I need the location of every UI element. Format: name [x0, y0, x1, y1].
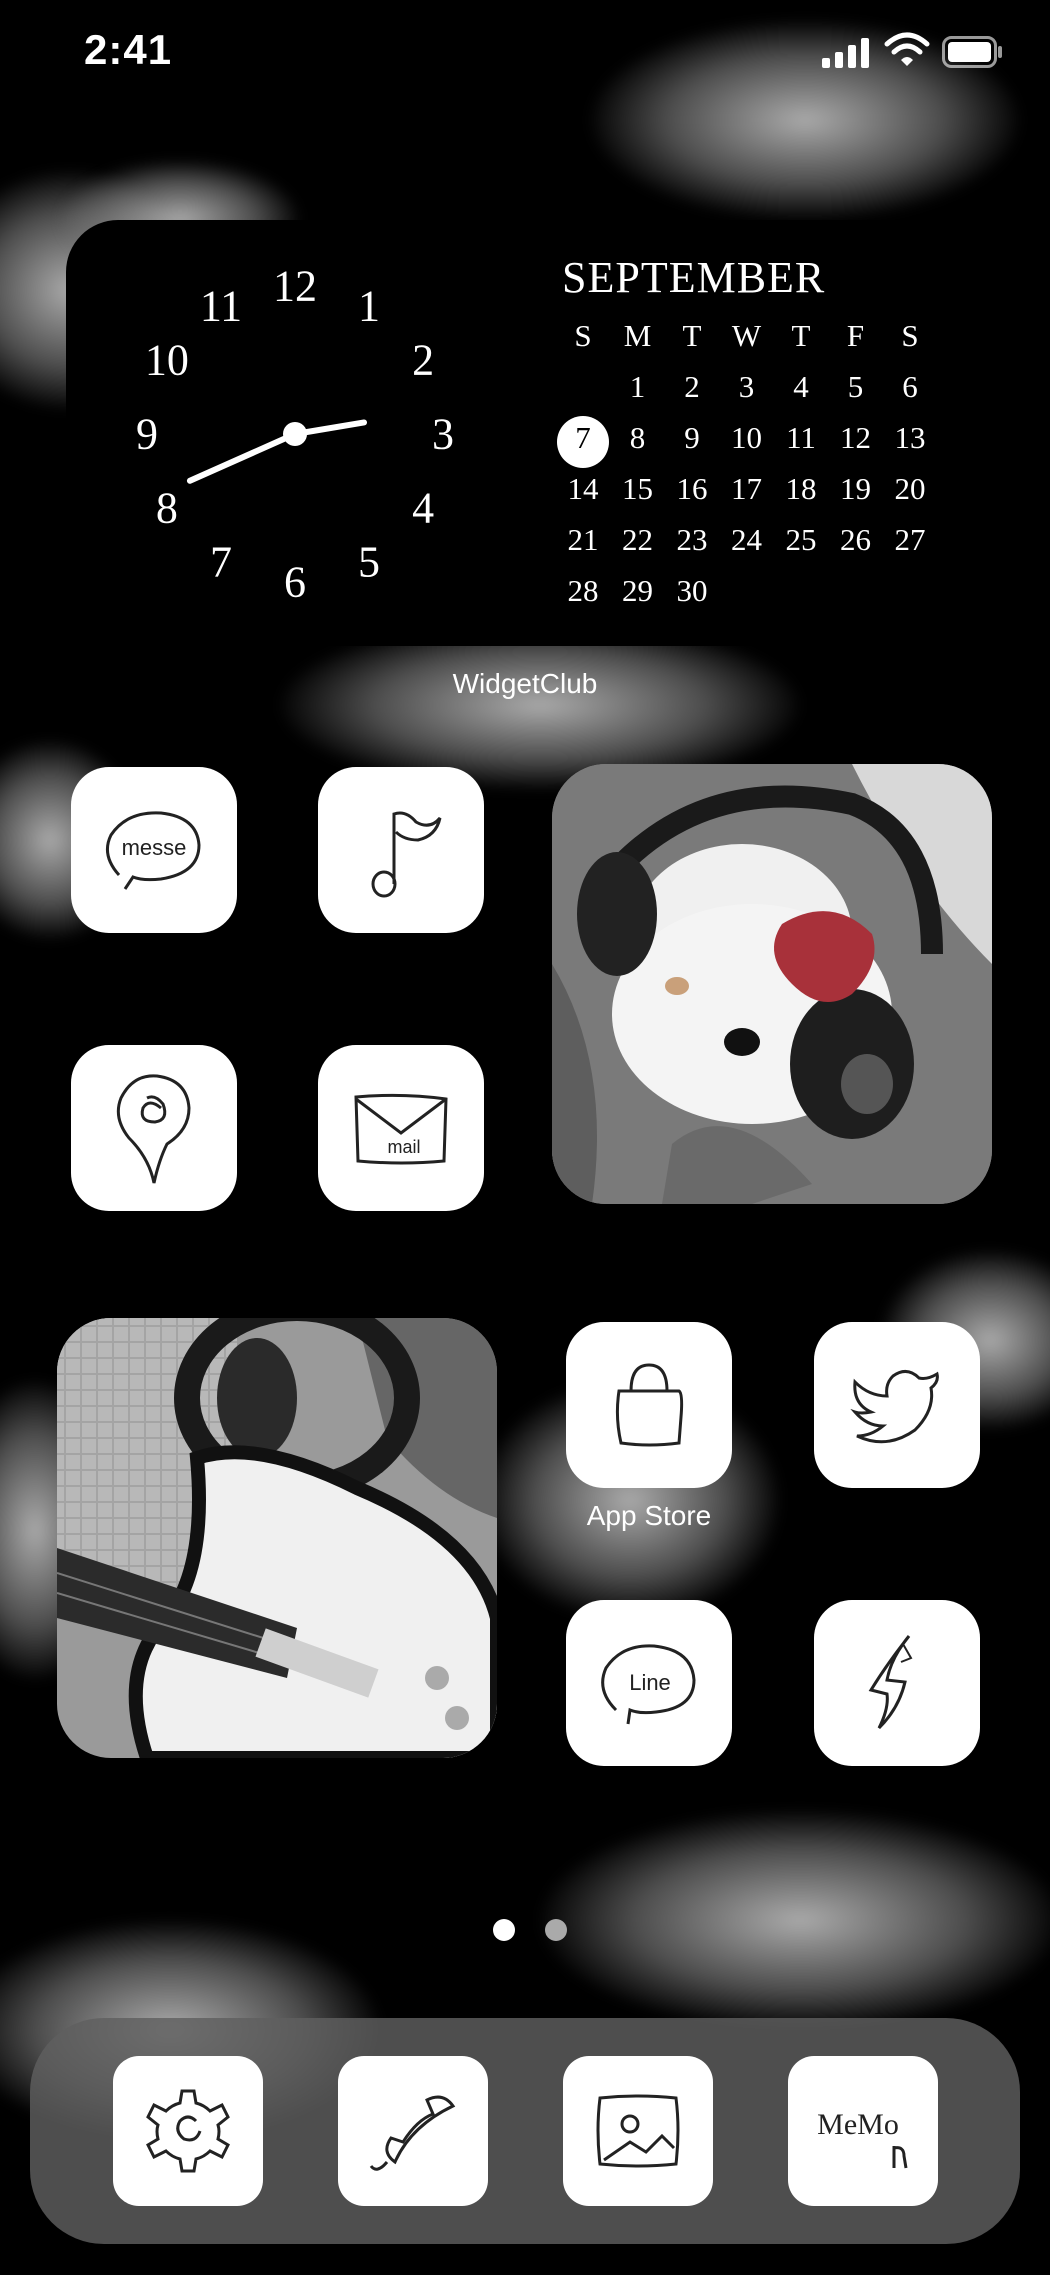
music-note-icon: [371, 811, 442, 898]
twitter-app-icon[interactable]: [814, 1322, 980, 1488]
mail-icon: mail: [387, 1137, 420, 1157]
calendar-day: 20: [894, 471, 926, 506]
photo-icon: [596, 2094, 680, 2168]
photos-dock-icon[interactable]: [563, 2056, 713, 2206]
shopping-bag-icon: [615, 1363, 684, 1447]
memo-icon: MeMo: [817, 2108, 899, 2141]
calendar-day: 15: [622, 471, 653, 506]
lightning-icon: [868, 1635, 913, 1730]
messages-icon: messe: [122, 835, 187, 860]
calendar-day: 3: [738, 369, 755, 404]
calendar-day: 19: [840, 471, 871, 506]
photo-widget-guitar[interactable]: [57, 1318, 497, 1758]
settings-dock-icon[interactable]: [113, 2056, 263, 2206]
calendar-day: 13: [894, 420, 926, 455]
calendar-day: 1: [629, 369, 646, 404]
calendar-day: 6: [902, 369, 918, 404]
calendar-day: 21: [567, 522, 599, 557]
mail-app-icon[interactable]: mail: [318, 1045, 484, 1211]
calendar-day: 16: [676, 471, 708, 506]
phone-icon: [369, 2095, 456, 2171]
phone-dock-icon[interactable]: [338, 2056, 488, 2206]
calendar-day: 18: [785, 471, 817, 506]
calendar-day: 25: [785, 522, 817, 557]
calendar-day: 30: [676, 573, 708, 608]
calendar-weekday: S: [901, 318, 919, 353]
messages-app-icon[interactable]: messe: [71, 767, 237, 933]
calendar-month: SEPTEMBER: [562, 253, 826, 302]
shortcut-app-icon[interactable]: [814, 1600, 980, 1766]
line-app-icon[interactable]: Line: [566, 1600, 732, 1766]
calendar-day: 17: [731, 471, 762, 506]
calendar-day: 11: [786, 420, 816, 455]
calendar-weekday: T: [682, 318, 702, 353]
calendar-day: 29: [622, 573, 653, 608]
calendar-weekday: W: [731, 318, 762, 353]
calendar-day: 8: [629, 420, 646, 455]
calendar-weekday: M: [623, 318, 652, 353]
page-dot-2[interactable]: [545, 1919, 567, 1941]
calendar-day: 28: [567, 573, 599, 608]
app-store-app-icon[interactable]: [566, 1322, 732, 1488]
widget-label: WidgetClub: [452, 668, 598, 699]
app-store-label: App Store: [586, 1500, 712, 1531]
calendar-day: 7: [575, 420, 591, 455]
line-chat-icon: Line: [629, 1670, 671, 1695]
calendar-day: 10: [731, 420, 762, 455]
calendar-weekday: T: [791, 318, 811, 353]
calendar-day: 14: [567, 471, 599, 506]
calendar-day: 9: [684, 420, 700, 455]
maps-app-icon[interactable]: [71, 1045, 237, 1211]
photo-widget-plush-headphones[interactable]: [552, 764, 992, 1204]
calendar-day: 12: [840, 420, 871, 455]
calendar-day: 26: [840, 522, 871, 557]
gear-icon: [146, 2089, 230, 2173]
music-app-icon[interactable]: [318, 767, 484, 933]
calendar-day: 27: [894, 522, 926, 557]
map-pin-icon: [116, 1074, 191, 1184]
memo-dock-icon[interactable]: MeMo: [788, 2056, 938, 2206]
page-dot-1[interactable]: [493, 1919, 515, 1941]
calendar-day: 5: [847, 369, 864, 404]
calendar-weekday: S: [574, 318, 592, 353]
calendar-weekday: F: [846, 318, 865, 353]
bird-icon: [850, 1370, 939, 1444]
calendar-day: 4: [793, 369, 809, 404]
calendar-day: 23: [676, 522, 708, 557]
calendar-day: 2: [684, 369, 700, 404]
calendar-day: 22: [622, 522, 653, 557]
calendar-day: 24: [731, 522, 762, 557]
